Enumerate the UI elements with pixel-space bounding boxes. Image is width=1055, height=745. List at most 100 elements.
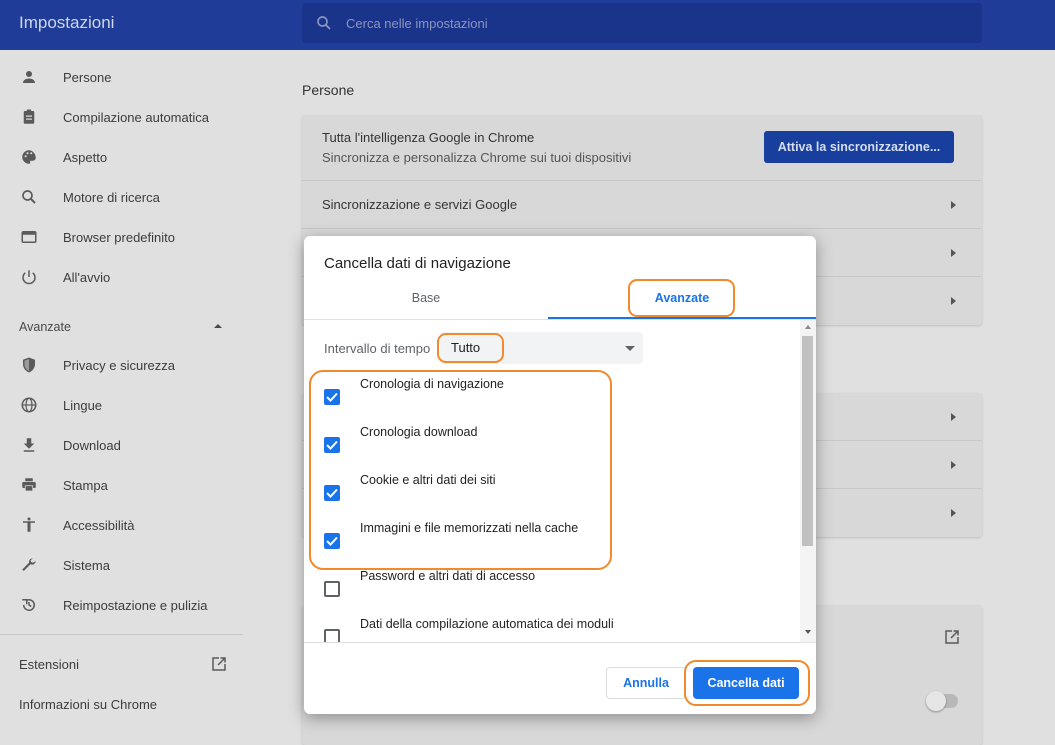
sidebar-item-search-engine[interactable]: Motore di ricerca xyxy=(0,178,243,218)
shield-icon xyxy=(23,357,35,373)
option-passwords[interactable]: Password e altri dati di accesso xyxy=(304,560,800,608)
sidebar-item-on-startup[interactable]: All'avvio xyxy=(0,258,243,298)
dialog-title: Cancella dati di navigazione xyxy=(324,255,511,272)
time-range-value: Tutto xyxy=(451,340,481,355)
search-icon xyxy=(317,16,331,30)
checkbox[interactable] xyxy=(324,389,340,405)
toggle-knob xyxy=(926,691,946,711)
sidebar-item-default-browser[interactable]: Browser predefinito xyxy=(0,218,243,258)
external-link-icon[interactable] xyxy=(210,655,228,673)
sidebar-item-system[interactable]: Sistema xyxy=(0,546,243,586)
arrow-right-icon xyxy=(951,201,956,209)
checkmark-icon xyxy=(326,440,338,450)
option-browsing-history[interactable]: Cronologia di navigazione xyxy=(304,368,800,416)
checkbox[interactable] xyxy=(324,581,340,597)
sidebar-item-label: Stampa xyxy=(63,478,108,493)
sidebar-item-label: Reimpostazione e pulizia xyxy=(63,598,208,613)
option-cache[interactable]: Immagini e file memorizzati nella cache xyxy=(304,512,800,560)
checkbox[interactable] xyxy=(324,629,340,642)
dropdown-arrow-icon xyxy=(625,346,635,351)
accessibility-icon xyxy=(23,517,35,532)
option-label: Cronologia download xyxy=(360,425,478,439)
sidebar-item-label: Motore di ricerca xyxy=(63,190,160,205)
sync-promo-subtitle: Sincronizza e personalizza Chrome sui tu… xyxy=(322,150,632,165)
wrench-icon xyxy=(22,558,36,571)
sidebar-item-extensions[interactable]: Estensioni xyxy=(19,657,79,672)
sidebar-item-label: All'avvio xyxy=(63,270,111,285)
sidebar-item-label: Persone xyxy=(63,70,112,85)
checkbox[interactable] xyxy=(324,485,340,501)
sidebar: Persone Compilazione automatica Aspetto … xyxy=(0,50,243,745)
checkmark-icon xyxy=(326,536,338,546)
sync-promo-row: Tutta l'intelligenza Google in Chrome Si… xyxy=(302,115,982,181)
sidebar-item-reset[interactable]: Reimpostazione e pulizia xyxy=(0,586,243,626)
time-range-label: Intervallo di tempo xyxy=(324,341,431,356)
external-link-icon[interactable] xyxy=(943,628,961,646)
sidebar-item-label: Sistema xyxy=(63,558,110,573)
search-icon xyxy=(22,190,36,204)
person-icon xyxy=(23,71,35,83)
restore-icon xyxy=(22,599,35,611)
browser-icon xyxy=(21,231,37,243)
sidebar-item-print[interactable]: Stampa xyxy=(0,466,243,506)
advanced-section-label[interactable]: Avanzate xyxy=(19,320,71,334)
option-download-history[interactable]: Cronologia download xyxy=(304,416,800,464)
arrow-right-icon xyxy=(951,413,956,421)
sidebar-item-appearance[interactable]: Aspetto xyxy=(0,138,243,178)
option-cookies[interactable]: Cookie e altri dati dei siti xyxy=(304,464,800,512)
sidebar-item-label: Accessibilità xyxy=(63,518,135,533)
option-label: Dati della compilazione automatica dei m… xyxy=(360,617,614,631)
dialog-content: Intervallo di tempo Tutto Cronologia di … xyxy=(304,320,800,642)
section-title-people: Persone xyxy=(302,82,355,98)
palette-icon xyxy=(22,150,36,164)
sidebar-item-persone[interactable]: Persone xyxy=(0,58,243,98)
sidebar-item-label: Aspetto xyxy=(63,150,108,165)
arrow-right-icon xyxy=(951,249,956,257)
chevron-up-icon[interactable] xyxy=(213,322,223,330)
option-label: Cookie e altri dati dei siti xyxy=(360,473,496,487)
option-label: Password e altri dati di accesso xyxy=(360,569,536,583)
print-icon xyxy=(22,478,36,492)
sidebar-item-label: Privacy e sicurezza xyxy=(63,358,175,373)
sidebar-item-label: Lingue xyxy=(63,398,103,413)
tab-active-indicator xyxy=(548,317,816,319)
arrow-right-icon xyxy=(951,461,956,469)
clipboard-icon xyxy=(23,109,35,124)
setting-toggle[interactable] xyxy=(926,691,958,711)
sidebar-divider xyxy=(0,634,243,635)
power-icon xyxy=(22,270,36,285)
option-label: Cronologia di navigazione xyxy=(360,377,504,391)
turn-on-sync-button[interactable]: Attiva la sincronizzazione... xyxy=(764,131,954,163)
sidebar-item-accessibility[interactable]: Accessibilità xyxy=(0,506,243,546)
sidebar-item-languages[interactable]: Lingue xyxy=(0,386,243,426)
sidebar-item-label: Download xyxy=(63,438,121,453)
checkbox[interactable] xyxy=(324,533,340,549)
checkmark-icon xyxy=(326,392,338,402)
option-autofill[interactable]: Dati della compilazione automatica dei m… xyxy=(304,608,800,642)
sidebar-item-downloads[interactable]: Download xyxy=(0,426,243,466)
time-range-select[interactable]: Tutto xyxy=(440,332,643,364)
scrollbar-thumb[interactable] xyxy=(802,336,813,546)
sidebar-item-label: Browser predefinito xyxy=(63,230,175,245)
search-input[interactable] xyxy=(346,3,966,43)
globe-icon xyxy=(21,397,37,413)
download-icon xyxy=(23,438,35,452)
option-label: Immagini e file memorizzati nella cache xyxy=(360,521,579,535)
sidebar-item-autofill[interactable]: Compilazione automatica xyxy=(0,98,243,138)
clear-data-button[interactable]: Cancella dati xyxy=(693,667,799,699)
search-box[interactable] xyxy=(302,3,982,43)
tab-basic[interactable]: Base xyxy=(304,286,548,320)
sync-services-label: Sincronizzazione e servizi Google xyxy=(322,197,518,212)
cancel-button[interactable]: Annulla xyxy=(606,667,686,699)
tab-advanced[interactable]: Avanzate xyxy=(548,286,816,320)
footer-divider xyxy=(304,642,816,643)
sidebar-item-privacy[interactable]: Privacy e sicurezza xyxy=(0,346,243,386)
sidebar-item-about[interactable]: Informazioni su Chrome xyxy=(19,697,157,712)
app-title: Impostazioni xyxy=(19,13,115,32)
checkbox[interactable] xyxy=(324,437,340,453)
scroll-down-arrow-icon[interactable] xyxy=(805,630,811,634)
checkmark-icon xyxy=(326,488,338,498)
sidebar-item-label: Compilazione automatica xyxy=(63,110,209,125)
scroll-up-arrow-icon[interactable] xyxy=(805,325,811,329)
sync-services-row[interactable]: Sincronizzazione e servizi Google xyxy=(302,181,982,229)
